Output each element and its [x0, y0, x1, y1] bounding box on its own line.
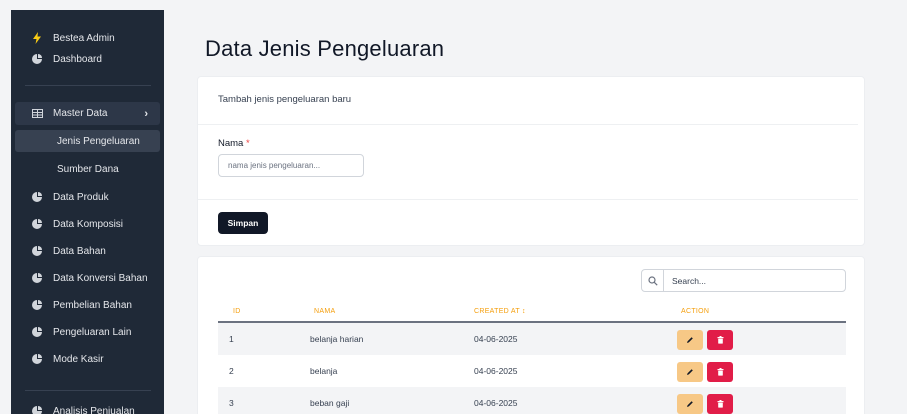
cell-nama: belanja harian [310, 334, 364, 344]
sidebar-item-label: Jenis Pengeluaran [57, 135, 140, 147]
save-button[interactable]: Simpan [218, 212, 268, 234]
table-row: 3 beban gaji 04-06-2025 [218, 387, 846, 414]
search-input[interactable] [672, 275, 832, 286]
name-label-text: Nama [218, 138, 244, 149]
sidebar-item-analisis-penjualan[interactable]: Analisis Penjualan [11, 400, 164, 414]
add-form-card: Tambah jenis pengeluaran baru Nama * Sim… [197, 76, 865, 246]
sidebar-item-label: Pembelian Bahan [53, 299, 132, 311]
delete-button[interactable] [707, 330, 733, 350]
cell-nama: belanja [310, 366, 338, 376]
search-icon [642, 270, 664, 291]
sidebar-item-dashboard[interactable]: Dashboard [11, 48, 164, 70]
pie-chart-icon [31, 245, 43, 257]
sidebar-item-label: Analisis Penjualan [53, 405, 135, 414]
delete-button[interactable] [707, 362, 733, 382]
form-divider [198, 124, 858, 125]
search-box[interactable] [641, 269, 846, 292]
sidebar-item-label: Master Data [53, 108, 108, 119]
trash-icon [717, 368, 723, 376]
pie-chart-icon [31, 191, 43, 203]
lightning-icon [31, 32, 43, 44]
pie-chart-icon [31, 405, 43, 414]
table-row: 2 belanja 04-06-2025 [218, 355, 846, 387]
sidebar-item-data-konversi-bahan[interactable]: Data Konversi Bahan [11, 267, 164, 289]
sidebar-divider [25, 390, 151, 391]
pie-chart-icon [31, 299, 43, 311]
sidebar-item-label: Data Bahan [53, 245, 106, 257]
sidebar-item-label: Dashboard [53, 53, 102, 65]
cell-id: 3 [229, 398, 234, 408]
cell-created-at: 04-06-2025 [474, 334, 518, 344]
cell-created-at: 04-06-2025 [474, 366, 518, 376]
form-divider [198, 199, 858, 200]
table-card: ID NAMA CREATED AT ↕ ACTION 1 belanja ha… [197, 256, 865, 414]
name-field-label: Nama * [218, 138, 250, 149]
sidebar-item-jenis-pengeluaran[interactable]: Jenis Pengeluaran [15, 130, 160, 152]
sidebar-item-pembelian-bahan[interactable]: Pembelian Bahan [11, 294, 164, 316]
column-header-created-at[interactable]: CREATED AT ↕ [474, 308, 526, 315]
pie-chart-icon [31, 353, 43, 365]
chevron-right-icon: › [144, 107, 148, 120]
cell-created-at: 04-06-2025 [474, 398, 518, 408]
pie-chart-icon [31, 218, 43, 230]
sidebar: Bestea Admin Dashboard Master Data › Jen… [11, 10, 164, 414]
column-header-action: ACTION [681, 308, 710, 315]
sidebar-item-master-data[interactable]: Master Data › [15, 102, 160, 125]
trash-icon [717, 400, 723, 408]
sidebar-divider [25, 85, 151, 86]
sidebar-item-data-produk[interactable]: Data Produk [11, 186, 164, 208]
sidebar-item-label: Data Komposisi [53, 218, 124, 230]
sidebar-item-mode-kasir[interactable]: Mode Kasir [11, 348, 164, 370]
table-row: 1 belanja harian 04-06-2025 [218, 323, 846, 355]
sidebar-item-pengeluaran-lain[interactable]: Pengeluaran Lain [11, 321, 164, 343]
delete-button[interactable] [707, 394, 733, 414]
pencil-icon [687, 401, 693, 407]
pencil-icon [687, 337, 693, 343]
sidebar-item-sumber-dana[interactable]: Sumber Dana [11, 158, 164, 180]
edit-button[interactable] [677, 394, 703, 414]
cell-id: 1 [229, 334, 234, 344]
sidebar-brand[interactable]: Bestea Admin [11, 27, 164, 49]
sidebar-item-label: Pengeluaran Lain [53, 326, 132, 338]
edit-button[interactable] [677, 362, 703, 382]
required-mark: * [245, 138, 250, 149]
sidebar-item-label: Sumber Dana [57, 163, 119, 175]
cell-id: 2 [229, 366, 234, 376]
table-icon [31, 108, 43, 120]
sidebar-item-label: Data Produk [53, 191, 109, 203]
pie-chart-icon [31, 326, 43, 338]
form-heading: Tambah jenis pengeluaran baru [218, 94, 352, 105]
brand-name: Bestea Admin [53, 32, 115, 44]
cell-nama: beban gaji [310, 398, 350, 408]
sidebar-item-data-komposisi[interactable]: Data Komposisi [11, 213, 164, 235]
page-title: Data Jenis Pengeluaran [205, 36, 445, 61]
pie-chart-icon [31, 53, 43, 65]
trash-icon [717, 336, 723, 344]
name-input[interactable] [218, 154, 364, 177]
edit-button[interactable] [677, 330, 703, 350]
pencil-icon [687, 369, 693, 375]
sidebar-item-data-bahan[interactable]: Data Bahan [11, 240, 164, 262]
column-header-nama[interactable]: NAMA [314, 308, 335, 315]
pie-chart-icon [31, 272, 43, 284]
sidebar-item-label: Mode Kasir [53, 353, 104, 365]
sidebar-item-label: Data Konversi Bahan [53, 272, 148, 284]
column-header-id[interactable]: ID [233, 308, 241, 315]
